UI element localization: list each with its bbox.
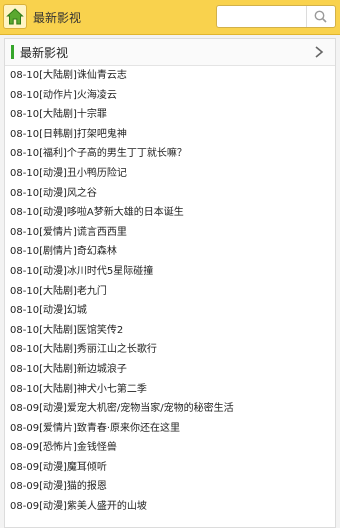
latest-movies-panel: 最新影视 08-10[大陆剧]诛仙青云志 08-10[动作片]火海凌云 08-10[… xyxy=(4,38,336,528)
item-date: 08-10 xyxy=(10,265,40,277)
home-icon xyxy=(6,8,24,25)
list-item[interactable]: 08-10[剧情片]奇幻森林 xyxy=(5,242,335,262)
search-input[interactable] xyxy=(219,7,309,26)
item-link[interactable]: [大陆剧]秀丽江山之长歌行 xyxy=(39,344,157,355)
list-item[interactable]: 08-09[动漫]猫的报恩 xyxy=(5,477,335,497)
item-date: 08-09 xyxy=(10,501,40,513)
search-icon xyxy=(314,10,327,23)
item-link[interactable]: [大陆剧]神犬小七第二季 xyxy=(39,384,147,395)
item-date: 08-10 xyxy=(10,187,40,199)
item-date: 08-10 xyxy=(10,89,40,101)
item-date: 08-10 xyxy=(10,246,40,258)
list-item[interactable]: 08-10[福利]个子高的男生丁丁就长嘛？ xyxy=(5,144,335,164)
item-link[interactable]: [日韩剧]打架吧鬼神 xyxy=(39,129,127,140)
section-more-button[interactable] xyxy=(311,43,327,61)
item-date: 08-10 xyxy=(10,148,40,160)
list-item[interactable]: 08-10[动漫]幻城 xyxy=(5,301,335,321)
section-accent-bar xyxy=(11,45,14,59)
list-item[interactable]: 08-10[大陆剧]老九门 xyxy=(5,282,335,302)
item-date: 08-09 xyxy=(10,403,40,415)
item-link[interactable]: [大陆剧]新边城浪子 xyxy=(39,364,127,375)
top-bar: 最新影视 xyxy=(0,0,340,35)
item-link[interactable]: [大陆剧]十宗罪 xyxy=(39,109,107,120)
search-box xyxy=(216,5,336,28)
item-date: 08-09 xyxy=(10,481,40,493)
item-date: 08-10 xyxy=(10,363,40,375)
section-title: 最新影视 xyxy=(20,46,69,60)
item-link[interactable]: [大陆剧]医馆笑传2 xyxy=(39,325,123,336)
item-date: 08-09 xyxy=(10,461,40,473)
item-date: 08-10 xyxy=(10,226,40,238)
item-date: 08-10 xyxy=(10,167,40,179)
item-link[interactable]: [动漫]魔耳倾听 xyxy=(39,462,107,473)
item-date: 08-10 xyxy=(10,305,40,317)
list-item[interactable]: 08-10[大陆剧]新边城浪子 xyxy=(5,360,335,380)
item-date: 08-10 xyxy=(10,285,40,297)
list-item[interactable]: 08-09[爱情片]致青春·原来你还在这里 xyxy=(5,419,335,439)
list-item[interactable]: 08-09[动漫]魔耳倾听 xyxy=(5,458,335,478)
item-link[interactable]: [动漫]幻城 xyxy=(39,305,87,316)
list-item[interactable]: 08-10[动作片]火海凌云 xyxy=(5,86,335,106)
item-link[interactable]: [福利]个子高的男生丁丁就长嘛？ xyxy=(39,148,187,159)
list-item[interactable]: 08-10[大陆剧]诛仙青云志 xyxy=(5,66,335,86)
item-link[interactable]: [动漫]哆啦A梦新大雄的日本诞生 xyxy=(39,207,184,218)
item-link[interactable]: [动漫]紫美人盛开的山坡 xyxy=(39,501,147,512)
list-item[interactable]: 08-10[动漫]哆啦A梦新大雄的日本诞生 xyxy=(5,203,335,223)
item-date: 08-10 xyxy=(10,70,40,81)
list-item[interactable]: 08-10[大陆剧]医馆笑传2 xyxy=(5,321,335,341)
item-link[interactable]: [动漫]猫的报恩 xyxy=(39,481,107,492)
list-item[interactable]: 08-10[日韩剧]打架吧鬼神 xyxy=(5,125,335,145)
item-date: 08-09 xyxy=(10,422,40,434)
item-link[interactable]: [剧情片]奇幻森林 xyxy=(39,246,117,257)
item-date: 08-10 xyxy=(10,128,40,140)
list-item[interactable]: 08-10[动漫]丑小鸭历险记 xyxy=(5,164,335,184)
list-item[interactable]: 08-10[动漫]冰川时代5星际碰撞 xyxy=(5,262,335,282)
item-date: 08-10 xyxy=(10,207,40,219)
item-date: 08-10 xyxy=(10,383,40,395)
item-link[interactable]: [动漫]丑小鸭历险记 xyxy=(39,168,127,179)
list-item[interactable]: 08-09[动漫]爱宠大机密/宠物当家/宠物的秘密生活 xyxy=(5,399,335,419)
list-item[interactable]: 08-10[大陆剧]秀丽江山之长歌行 xyxy=(5,340,335,360)
page-title: 最新影视 xyxy=(33,11,82,25)
item-link[interactable]: [爱情片]致青春·原来你还在这里 xyxy=(39,423,180,434)
search-button[interactable] xyxy=(306,6,335,27)
item-link[interactable]: [动作片]火海凌云 xyxy=(39,90,117,101)
movie-list: 08-10[大陆剧]诛仙青云志 08-10[动作片]火海凌云 08-10[大陆剧]十… xyxy=(5,66,335,517)
list-item[interactable]: 08-10[动漫]风之谷 xyxy=(5,184,335,204)
chevron-right-icon xyxy=(315,46,324,58)
item-date: 08-10 xyxy=(10,324,40,336)
item-date: 08-09 xyxy=(10,442,40,454)
item-date: 08-10 xyxy=(10,109,40,121)
list-item[interactable]: 08-10[大陆剧]神犬小七第二季 xyxy=(5,380,335,400)
item-link[interactable]: [动漫]爱宠大机密/宠物当家/宠物的秘密生活 xyxy=(39,403,234,414)
item-link[interactable]: [大陆剧]老九门 xyxy=(39,286,107,297)
home-button[interactable] xyxy=(3,4,27,29)
list-item[interactable]: 08-10[爱情片]谎言西西里 xyxy=(5,223,335,243)
section-header[interactable]: 最新影视 xyxy=(5,39,335,66)
list-item[interactable]: 08-09[恐怖片]金钱怪兽 xyxy=(5,438,335,458)
list-item[interactable]: 08-10[大陆剧]十宗罪 xyxy=(5,105,335,125)
item-link[interactable]: [动漫]风之谷 xyxy=(39,188,97,199)
list-item[interactable]: 08-09[动漫]紫美人盛开的山坡 xyxy=(5,497,335,517)
item-link[interactable]: [大陆剧]诛仙青云志 xyxy=(39,70,127,81)
item-link[interactable]: [动漫]冰川时代5星际碰撞 xyxy=(39,266,153,277)
item-link[interactable]: [爱情片]谎言西西里 xyxy=(39,227,127,238)
item-link[interactable]: [恐怖片]金钱怪兽 xyxy=(39,442,117,453)
item-date: 08-10 xyxy=(10,344,40,356)
